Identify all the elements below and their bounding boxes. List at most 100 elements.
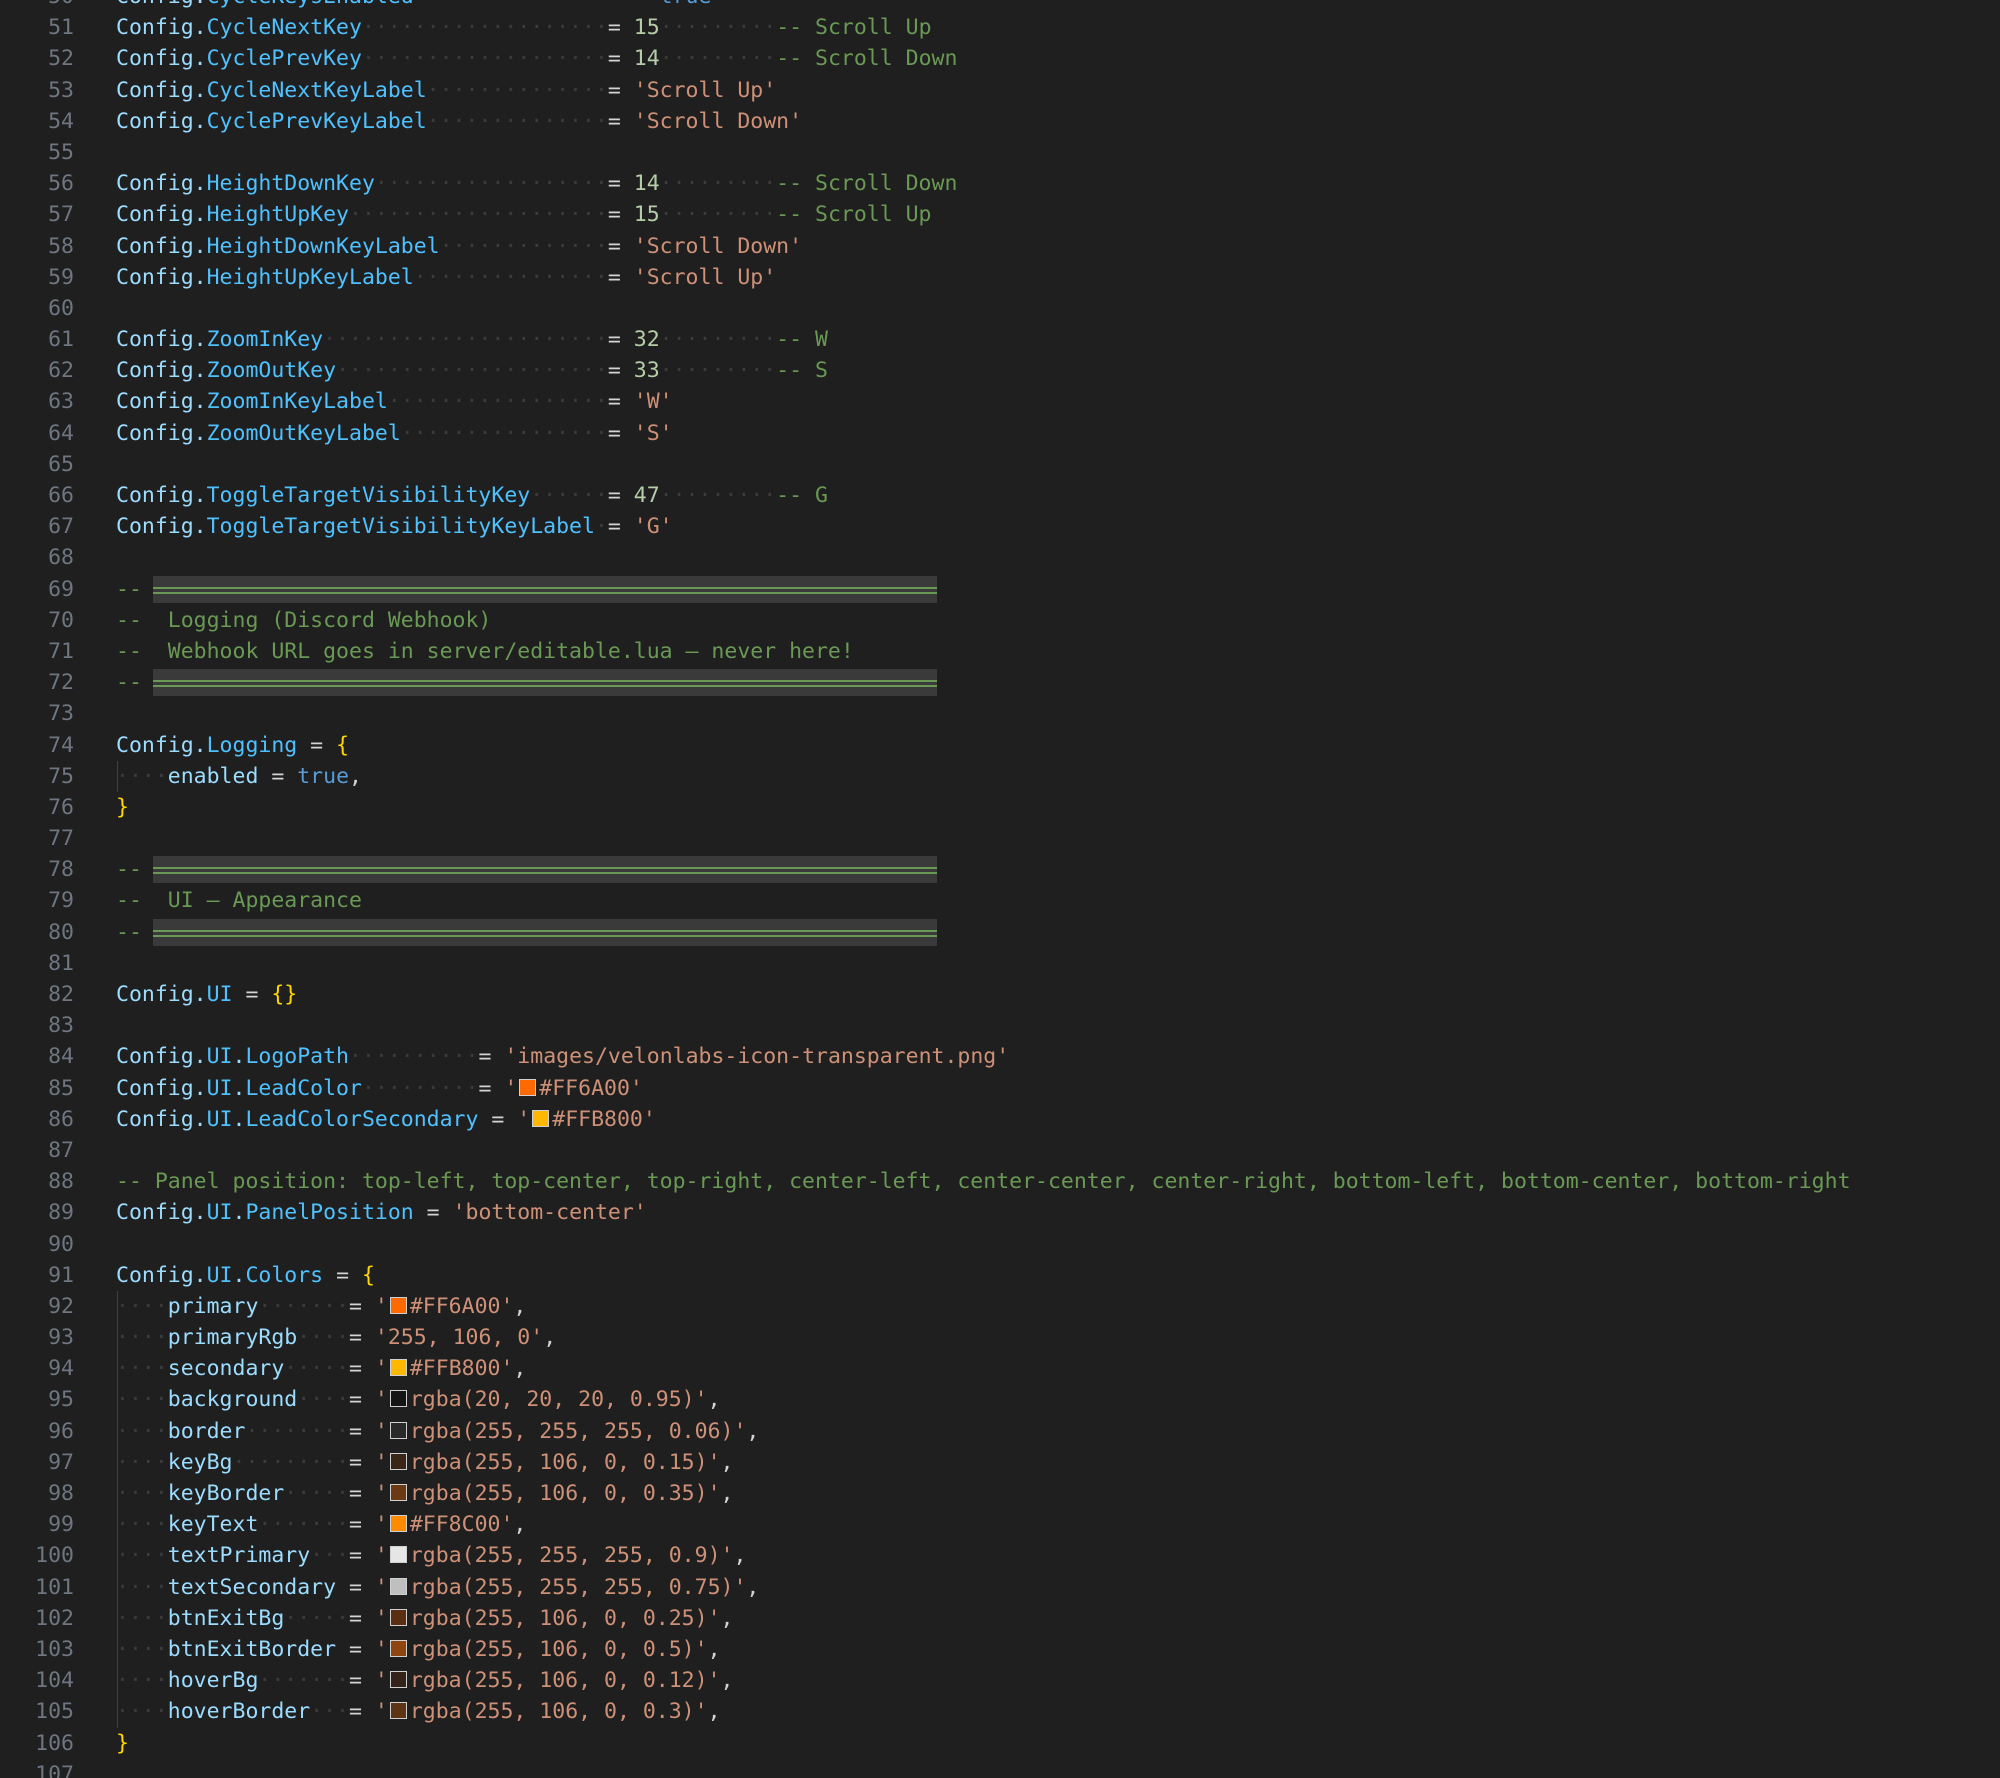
token-op: = — [607, 514, 634, 540]
code-line[interactable]: 78 -- — [0, 854, 2000, 885]
code-line[interactable]: 90 — [0, 1229, 2000, 1260]
color-swatch-icon[interactable] — [532, 1109, 550, 1127]
code-line[interactable]: 86 Config.UI.LeadColorSecondary = ' #FFB80… — [0, 1104, 2000, 1135]
color-swatch-icon[interactable] — [389, 1421, 407, 1439]
token-op: = — [349, 1449, 375, 1475]
code-line[interactable]: 54 Config.CyclePrevKeyLabel··············… — [0, 106, 2000, 137]
code-line[interactable]: 106} — [0, 1728, 2000, 1759]
code-line[interactable]: 100 ····textPrimary···= ' rgba(255, 255, 2… — [0, 1540, 2000, 1572]
code-line[interactable]: 61 Config.ZoomInKey······················… — [0, 324, 2000, 355]
token-prop: primary — [167, 1293, 259, 1319]
code-lines[interactable]: 50Config.CycleKeysEnabled···············… — [0, 0, 2000, 1778]
code-line[interactable]: 72 -- — [0, 667, 2000, 698]
code-line[interactable]: 51 Config.CycleNextKey···················… — [0, 12, 2000, 43]
code-line[interactable]: 60 — [0, 293, 2000, 324]
color-swatch-icon[interactable] — [389, 1452, 407, 1470]
color-swatch-icon[interactable] — [389, 1671, 407, 1689]
color-swatch-icon[interactable] — [389, 1608, 407, 1626]
token-prop: hoverBorder — [167, 1699, 311, 1725]
color-swatch-icon[interactable] — [389, 1359, 407, 1377]
color-swatch-icon[interactable] — [389, 1484, 407, 1501]
code-line[interactable]: 64 Config.ZoomOutKeyLabel················… — [0, 418, 2000, 449]
code-line[interactable]: 101 ····textSecondary = ' rgba(255, 255, 2… — [0, 1571, 2000, 1603]
token-str: 'Scroll Down' — [633, 108, 803, 134]
code-line[interactable]: 95 ····background····= ' rgba(20, 20, 20, … — [0, 1384, 2000, 1416]
code-line[interactable]: 96 ····border········= ' rgba(255, 255, 25… — [0, 1415, 2000, 1447]
code-line[interactable]: 75 ····enabled = true, — [0, 760, 2000, 792]
code-line[interactable]: 52 Config.CyclePrevKey···················… — [0, 43, 2000, 74]
code-line[interactable]: 65 — [0, 449, 2000, 480]
token-fld: CycleNextKeyLabel — [206, 77, 427, 103]
code-line[interactable]: 107 — [0, 1759, 2000, 1778]
token-num: 14 — [633, 46, 660, 72]
color-swatch-icon[interactable] — [519, 1078, 537, 1096]
code-line[interactable]: 76} — [0, 792, 2000, 823]
code-line[interactable]: 80 -- — [0, 917, 2000, 948]
color-swatch-icon[interactable] — [389, 1639, 407, 1657]
comment-divider-bar — [153, 575, 937, 603]
code-line[interactable]: 99 ····keyText·······= ' #FF8C00', — [0, 1509, 2000, 1541]
code-line[interactable]: 88 -- Panel position: top-left, top-cente… — [0, 1166, 2000, 1197]
code-line[interactable]: 59 Config.HeightUpKeyLabel···············… — [0, 262, 2000, 293]
token-str: #FFB800' — [409, 1356, 514, 1382]
code-line[interactable]: 74 Config.Logging = { — [0, 730, 2000, 761]
color-swatch-icon[interactable] — [389, 1390, 407, 1408]
code-line[interactable]: 63 Config.ZoomInKeyLabel·················… — [0, 386, 2000, 417]
code-line[interactable]: 77 — [0, 823, 2000, 854]
color-swatch-icon[interactable] — [389, 1296, 407, 1314]
token-str: rgba(255, 255, 255, 0.06)' — [409, 1418, 747, 1444]
token-op: = — [607, 327, 634, 353]
code-line[interactable]: 68 — [0, 542, 2000, 573]
code-text: Config.HeightDownKey··················= … — [116, 168, 957, 199]
code-line[interactable]: 83 — [0, 1010, 2000, 1041]
token-ws: ····· — [284, 1605, 350, 1631]
code-line[interactable]: 104 ····hoverBg·······= ' rgba(255, 106, 0… — [0, 1665, 2000, 1697]
code-line[interactable]: 62 Config.ZoomOutKey·····················… — [0, 355, 2000, 386]
code-line[interactable]: 85 Config.UI.LeadColor·········= ' #FF6A00… — [0, 1073, 2000, 1104]
code-line[interactable]: 50 Config.CycleKeysEnabled···············… — [0, 0, 2000, 12]
code-line[interactable]: 84 Config.UI.LogoPath··········= 'images/… — [0, 1041, 2000, 1072]
code-line[interactable]: 73 — [0, 698, 2000, 729]
code-line[interactable]: 79 -- UI — Appearance — [0, 885, 2000, 916]
code-line[interactable]: 89 Config.UI.PanelPosition = 'bottom-cent… — [0, 1197, 2000, 1228]
code-line[interactable]: 69 -- — [0, 574, 2000, 605]
code-line[interactable]: 70 -- Logging (Discord Webhook) — [0, 605, 2000, 636]
token-str: rgba(255, 106, 0, 0.25)' — [409, 1605, 721, 1631]
code-line[interactable]: 102 ····btnExitBg·····= ' rgba(255, 106, 0… — [0, 1602, 2000, 1634]
token-fld: UI — [206, 1106, 233, 1132]
code-text: } — [116, 792, 129, 823]
code-line[interactable]: 103 ····btnExitBorder = ' rgba(255, 106, 0… — [0, 1633, 2000, 1666]
code-editor[interactable]: 50Config.CycleKeysEnabled···············… — [0, 0, 2000, 1778]
code-line[interactable]: 67 Config.ToggleTargetVisibilityKeyLabel·… — [0, 511, 2000, 542]
token-str: 'G' — [633, 514, 673, 540]
color-swatch-icon[interactable] — [389, 1546, 407, 1564]
token-str: 'Scroll Up' — [633, 264, 777, 290]
token-op: = — [607, 483, 634, 508]
token-fld: ToggleTargetVisibilityKeyLabel — [206, 514, 595, 540]
code-line[interactable]: 81 — [0, 948, 2000, 979]
code-text: Config.CycleNextKey···················= … — [116, 12, 932, 43]
code-line[interactable]: 53 Config.CycleNextKeyLabel··············… — [0, 75, 2000, 106]
code-line[interactable]: 66 Config.ToggleTargetVisibilityKey······… — [0, 480, 2000, 511]
token-str: rgba(255, 106, 0, 0.5)' — [409, 1636, 708, 1662]
code-line[interactable]: 91 Config.UI.Colors = { — [0, 1260, 2000, 1291]
code-line[interactable]: 97 ····keyBg·········= ' rgba(255, 106, 0,… — [0, 1446, 2000, 1478]
color-swatch-icon[interactable] — [389, 1702, 407, 1720]
code-line[interactable]: 82 Config.UI = {} — [0, 979, 2000, 1010]
code-line[interactable]: 71 -- Webhook URL goes in server/editable… — [0, 636, 2000, 667]
line-number: 95 — [48, 1387, 74, 1413]
code-line[interactable]: 94 ····secondary·····= ' #FFB800', — [0, 1353, 2000, 1385]
code-line[interactable]: 58 Config.HeightDownKeyLabel·············… — [0, 231, 2000, 262]
code-line[interactable]: 56 Config.HeightDownKey··················… — [0, 168, 2000, 199]
code-line[interactable]: 57 Config.HeightUpKey····················… — [0, 199, 2000, 230]
code-line[interactable]: 98 ····keyBorder·····= ' rgba(255, 106, 0,… — [0, 1478, 2000, 1510]
color-swatch-icon[interactable] — [389, 1577, 407, 1595]
code-line[interactable]: 87 — [0, 1135, 2000, 1166]
color-swatch-icon[interactable] — [389, 1515, 407, 1533]
code-line[interactable]: 55 — [0, 137, 2000, 168]
code-line[interactable]: 105 ····hoverBorder···= ' rgba(255, 106, 0… — [0, 1696, 2000, 1728]
code-line[interactable]: 92 ····primary·······= ' #FF6A00', — [0, 1290, 2000, 1323]
token-str: ' — [374, 1668, 388, 1694]
line-number: 100 — [35, 1543, 74, 1569]
code-line[interactable]: 93 ····primaryRgb····= '255, 106, 0', — [0, 1322, 2000, 1354]
